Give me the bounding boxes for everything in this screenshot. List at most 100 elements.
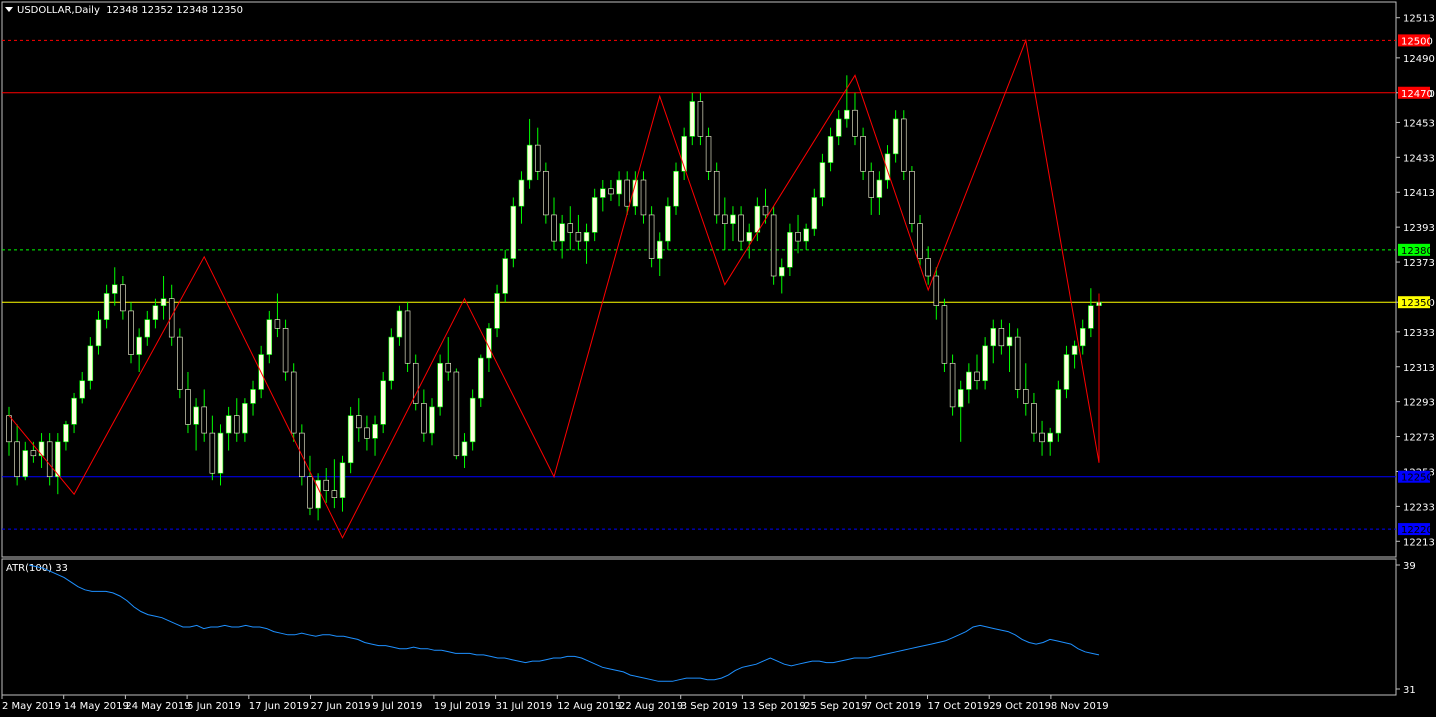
candle-body (1071, 345, 1078, 355)
candle-body (388, 336, 395, 382)
candle-body (185, 389, 191, 425)
candle-body (152, 305, 159, 320)
candle-body (1014, 336, 1021, 390)
x-tick-label: 7 Oct 2019 (866, 701, 921, 712)
x-tick-label: 25 Sep 2019 (804, 701, 867, 712)
candle-body (79, 380, 85, 399)
candle-body (990, 328, 996, 347)
candle-body (1063, 354, 1070, 390)
level-price-label: 12350 (1401, 298, 1433, 309)
candle-body (844, 109, 850, 120)
y-tick-label: 12233 (1403, 502, 1435, 513)
candle-body (673, 170, 679, 207)
candle-body (71, 397, 77, 425)
candle-body (860, 136, 866, 172)
candle-body (559, 223, 565, 242)
y-tick-label: 12393 (1403, 223, 1435, 234)
candle-body (160, 298, 167, 306)
candle-body (95, 319, 102, 347)
candle-body (356, 415, 362, 429)
candle-body (242, 403, 248, 434)
candle-body (250, 389, 256, 404)
candle-body (87, 345, 94, 382)
candle-body (1023, 389, 1029, 404)
candle-body (901, 118, 907, 172)
x-tick-label: 19 Jul 2019 (434, 701, 491, 712)
x-tick-label: 29 Oct 2019 (989, 701, 1051, 712)
candle-body (909, 170, 915, 224)
candle-body (502, 258, 508, 294)
candle-body (624, 179, 630, 207)
candle-body (648, 214, 655, 259)
candle-body (730, 214, 736, 224)
x-tick-label: 24 May 2019 (125, 701, 190, 712)
x-tick-label: 22 Aug 2019 (619, 701, 683, 712)
candle-body (396, 310, 403, 338)
candle-body (209, 432, 216, 474)
candle-body (770, 214, 777, 277)
candle-body (892, 118, 899, 155)
y-tick-label: 12293 (1403, 398, 1435, 409)
x-tick-label: 5 Jun 2019 (187, 701, 241, 712)
candle-body (1088, 305, 1094, 329)
candle-body (22, 450, 29, 478)
candle-body (347, 415, 354, 464)
candle-body (803, 228, 809, 242)
y-tick-label: 12333 (1403, 328, 1435, 339)
candle-body (543, 170, 549, 216)
candle-body (616, 179, 622, 195)
candle-body (331, 490, 338, 498)
candle-body (876, 179, 883, 198)
candle-body (323, 479, 329, 491)
y-tick-label: 12413 (1403, 188, 1435, 199)
candle-body (193, 406, 199, 425)
candle-body (46, 441, 53, 478)
atr-line (28, 564, 1100, 682)
candle-body (453, 371, 460, 457)
y-tick-label: 12373 (1403, 258, 1435, 269)
level-price-label: 12470 (1401, 89, 1433, 100)
candle-body (657, 240, 663, 259)
candle-body (510, 205, 517, 259)
candle-body (494, 293, 500, 329)
x-tick-label: 13 Sep 2019 (742, 701, 805, 712)
candle-body (274, 319, 281, 329)
candle-body (600, 188, 606, 198)
candle-body (429, 406, 435, 434)
candle-body (1039, 432, 1045, 443)
y-tick-label: 12273 (1403, 433, 1435, 444)
candle-body (421, 403, 427, 434)
candle-body (795, 232, 801, 242)
candle-body (234, 415, 240, 434)
level-price-label: 12380 (1401, 246, 1433, 257)
candle-body (372, 424, 378, 439)
candle-body (575, 232, 582, 242)
candle-body (380, 380, 386, 425)
candle-body (787, 232, 793, 268)
candle-body (835, 118, 842, 137)
y-tick-label: 12213 (1403, 537, 1435, 548)
candle-body (307, 476, 313, 509)
candle-body (128, 310, 134, 355)
candle-body (518, 179, 525, 207)
chart-canvas[interactable]: 12513 12490 12470 12453 12433 12413 12393 12373… (0, 0, 1436, 717)
candle-body (819, 162, 826, 198)
candle-body (30, 450, 37, 457)
x-tick-label: 3 Sep 2019 (681, 701, 738, 712)
candle-body (941, 305, 948, 364)
candle-body (591, 197, 598, 233)
candle-body (404, 310, 411, 364)
candle-body (583, 232, 590, 242)
y-tick-label: 12313 (1403, 363, 1435, 374)
candle-body (1055, 389, 1062, 434)
candle-body (469, 397, 476, 443)
level-price-label: 12250 (1401, 473, 1433, 484)
candle-body (868, 170, 874, 198)
candle-body (339, 462, 346, 498)
x-tick-label: 17 Jun 2019 (249, 701, 309, 712)
candle-body (282, 328, 289, 373)
candle-body (689, 101, 696, 137)
candle-body (974, 371, 980, 382)
y-tick-label: 12433 (1403, 153, 1435, 164)
candle-body (6, 415, 12, 443)
